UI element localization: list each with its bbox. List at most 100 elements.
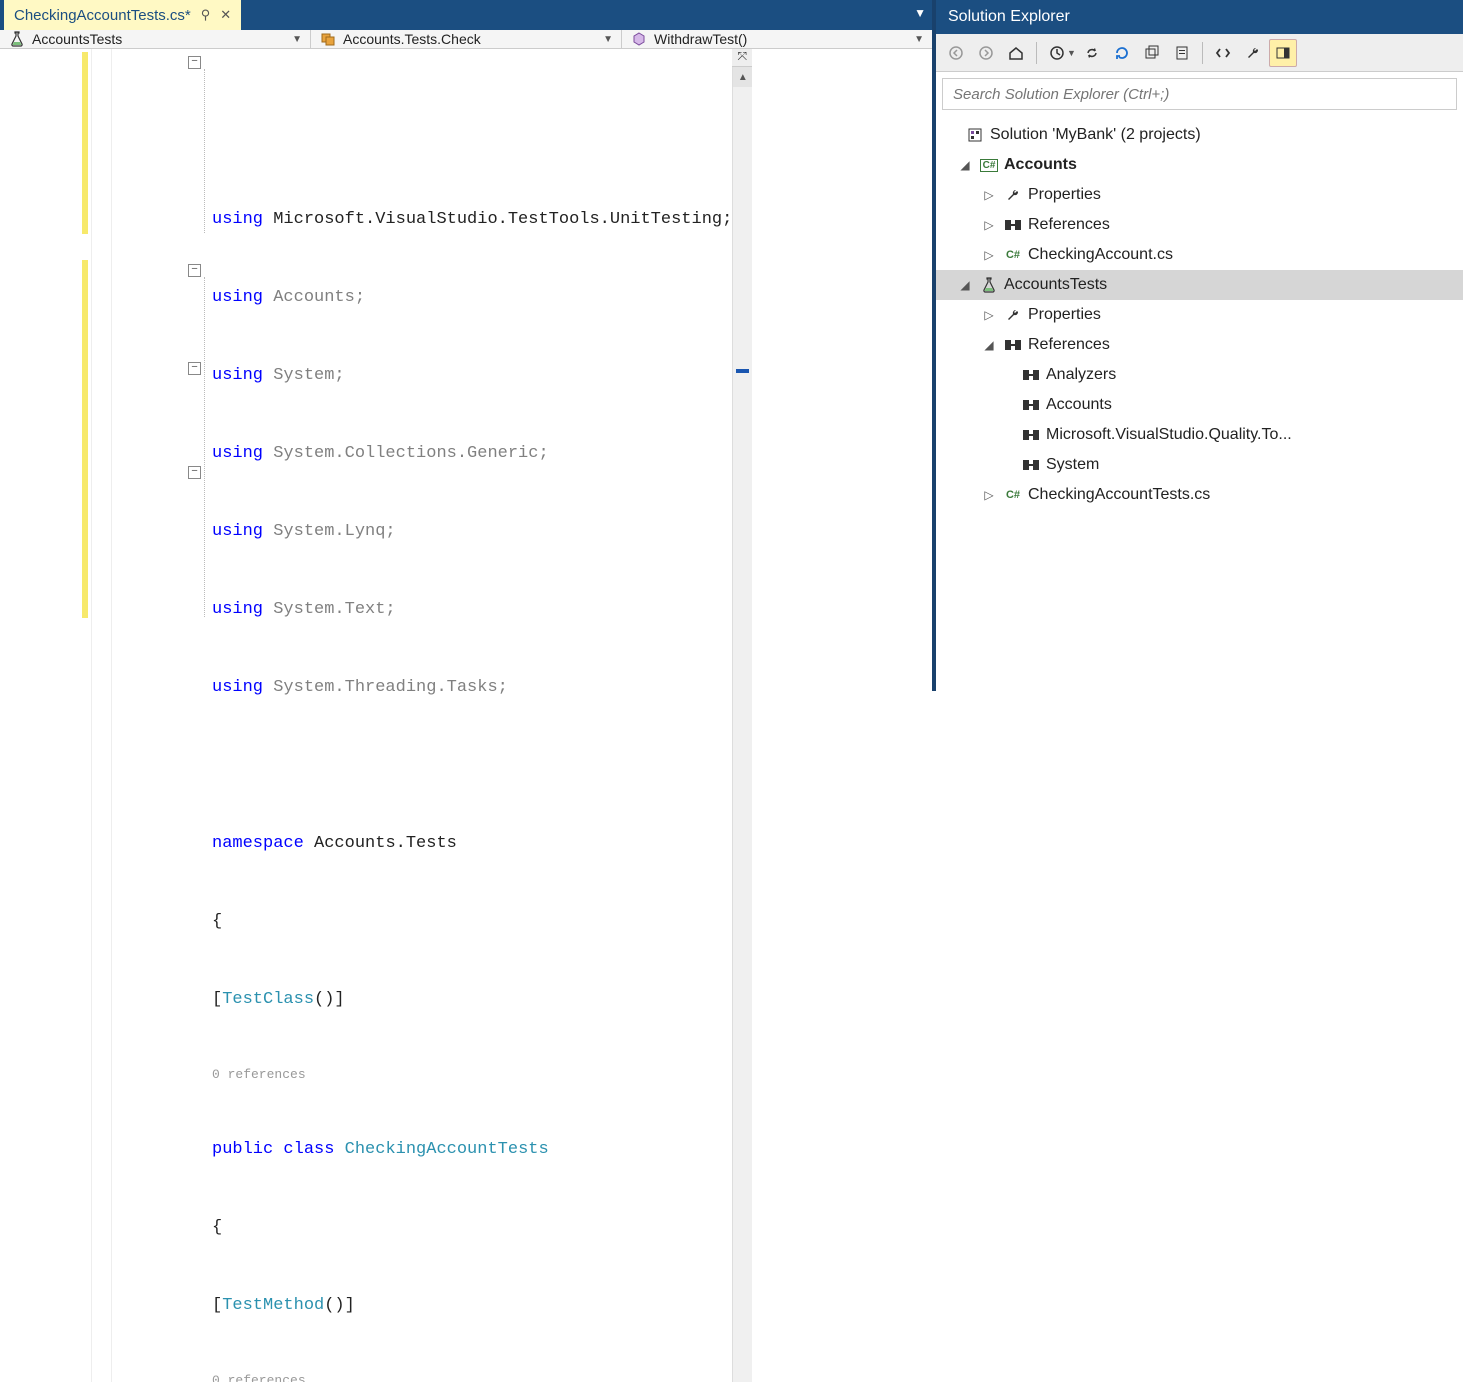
file-node[interactable]: ▷ C# CheckingAccountTests.cs xyxy=(936,480,1463,510)
references-icon xyxy=(1020,400,1042,410)
view-code-button[interactable] xyxy=(1209,39,1237,67)
expand-twisty[interactable]: ▷ xyxy=(980,248,998,262)
references-node[interactable]: ▷ References xyxy=(936,210,1463,240)
properties-node[interactable]: ▷ Properties xyxy=(936,300,1463,330)
expand-twisty[interactable]: ◢ xyxy=(956,278,974,292)
method-icon xyxy=(630,30,648,48)
fold-toggle[interactable]: − xyxy=(188,56,201,69)
scroll-up-icon[interactable]: ▲ xyxy=(733,67,752,87)
tree-label: References xyxy=(1028,336,1110,354)
vertical-scrollbar[interactable]: ⤧ ▲ xyxy=(732,49,752,1382)
kw-using: using xyxy=(212,519,273,545)
fold-toggle[interactable]: − xyxy=(188,264,201,277)
chevron-down-icon: ▼ xyxy=(914,34,924,45)
panel-title: Solution Explorer xyxy=(948,8,1070,26)
code-text: System.Collections.Generic; xyxy=(273,441,548,467)
fold-toggle[interactable]: − xyxy=(188,466,201,479)
document-tab[interactable]: CheckingAccountTests.cs* ⚲ ✕ xyxy=(4,0,241,30)
solution-icon xyxy=(964,127,986,143)
reference-item[interactable]: Microsoft.VisualStudio.Quality.To... xyxy=(936,420,1463,450)
tree-label: Properties xyxy=(1028,186,1101,204)
code-text: System.Lynq; xyxy=(273,519,395,545)
expand-twisty[interactable]: ◢ xyxy=(956,158,974,172)
tab-overflow-icon[interactable]: ▼ xyxy=(914,6,926,20)
separator xyxy=(1202,42,1203,64)
class-icon xyxy=(319,30,337,48)
codelens-references[interactable]: 0 references xyxy=(212,1062,306,1088)
kw-namespace: namespace xyxy=(212,831,304,857)
bracket: [ xyxy=(212,1293,222,1319)
sync-button[interactable] xyxy=(1078,39,1106,67)
properties-button[interactable] xyxy=(1239,39,1267,67)
solution-search[interactable] xyxy=(942,78,1457,110)
kw-using: using xyxy=(212,597,273,623)
tree-label: Properties xyxy=(1028,306,1101,324)
csharp-file-icon: C# xyxy=(1002,249,1024,261)
refresh-button[interactable] xyxy=(1108,39,1136,67)
brace: { xyxy=(212,1215,222,1241)
type-dropdown[interactable]: Accounts.Tests.Check ▼ xyxy=(311,30,622,48)
bracket: [ xyxy=(212,987,222,1013)
close-icon[interactable]: ✕ xyxy=(220,7,231,23)
tree-label: Accounts xyxy=(1046,396,1112,414)
properties-node[interactable]: ▷ Properties xyxy=(936,180,1463,210)
bracket: ()] xyxy=(324,1293,355,1319)
tree-label: AccountsTests xyxy=(1004,276,1107,294)
code-text: Microsoft.VisualStudio.TestTools.UnitTes… xyxy=(273,207,732,233)
code-editor[interactable]: − − − − using Microsoft.VisualStudio.Tes… xyxy=(0,49,932,1382)
type-name: TestMethod xyxy=(222,1293,324,1319)
expand-twisty[interactable]: ◢ xyxy=(980,338,998,352)
collapse-all-button[interactable] xyxy=(1138,39,1166,67)
expand-twisty[interactable]: ▷ xyxy=(980,488,998,502)
reference-item[interactable]: Accounts xyxy=(936,390,1463,420)
kw-using: using xyxy=(212,441,273,467)
reference-item[interactable]: Analyzers xyxy=(936,360,1463,390)
tree-label: CheckingAccount.cs xyxy=(1028,246,1173,264)
navigation-bar: AccountsTests ▼ Accounts.Tests.Check ▼ W… xyxy=(0,30,932,49)
tree-label: Solution 'MyBank' (2 projects) xyxy=(990,126,1201,144)
flask-icon xyxy=(8,30,26,48)
show-all-button[interactable] xyxy=(1168,39,1196,67)
split-icon[interactable]: ⤧ xyxy=(732,49,752,67)
chevron-down-icon: ▼ xyxy=(292,34,302,45)
search-input[interactable] xyxy=(943,79,1456,109)
file-node[interactable]: ▷ C# CheckingAccount.cs xyxy=(936,240,1463,270)
reference-item[interactable]: System xyxy=(936,450,1463,480)
pin-icon[interactable]: ⚲ xyxy=(201,7,211,23)
current-line-highlight xyxy=(204,465,732,491)
scope-label: AccountsTests xyxy=(32,31,122,47)
separator xyxy=(1036,42,1037,64)
fold-toggle[interactable]: − xyxy=(188,362,201,375)
expand-twisty[interactable]: ▷ xyxy=(980,218,998,232)
expand-twisty[interactable]: ▷ xyxy=(980,188,998,202)
solution-explorer-title[interactable]: Solution Explorer xyxy=(936,0,1463,34)
preview-button[interactable] xyxy=(1269,39,1297,67)
forward-button[interactable] xyxy=(972,39,1000,67)
type-name: TestClass xyxy=(222,987,314,1013)
home-button[interactable] xyxy=(1002,39,1030,67)
brace: { xyxy=(212,909,222,935)
solution-toolbar: ▼ xyxy=(936,34,1463,72)
type-label: Accounts.Tests.Check xyxy=(343,31,481,47)
document-tab-strip: CheckingAccountTests.cs* ⚲ ✕ ▼ xyxy=(0,0,932,30)
references-node[interactable]: ◢ References xyxy=(936,330,1463,360)
code-text: Accounts; xyxy=(273,285,365,311)
member-dropdown[interactable]: WithdrawTest() ▼ xyxy=(622,30,932,48)
codelens-references[interactable]: 0 references xyxy=(212,1368,306,1382)
kw-using: using xyxy=(212,207,273,233)
project-node-accounts[interactable]: ◢ C# Accounts xyxy=(936,150,1463,180)
tree-label: Microsoft.VisualStudio.Quality.To... xyxy=(1046,426,1292,444)
scope-dropdown[interactable]: AccountsTests ▼ xyxy=(0,30,311,48)
solution-explorer-pane: Solution Explorer ▼ Solution 'My xyxy=(936,0,1463,691)
back-button[interactable] xyxy=(942,39,970,67)
solution-node[interactable]: Solution 'MyBank' (2 projects) xyxy=(936,120,1463,150)
project-node-accountstests[interactable]: ◢ AccountsTests xyxy=(936,270,1463,300)
solution-tree[interactable]: Solution 'MyBank' (2 projects) ◢ C# Acco… xyxy=(936,116,1463,514)
csharp-project-icon: C# xyxy=(978,159,1000,172)
chevron-down-icon[interactable]: ▼ xyxy=(1067,48,1076,58)
code-body[interactable]: using Microsoft.VisualStudio.TestTools.U… xyxy=(204,49,732,1382)
editor-pane: CheckingAccountTests.cs* ⚲ ✕ ▼ AccountsT… xyxy=(0,0,936,691)
tree-label: CheckingAccountTests.cs xyxy=(1028,486,1210,504)
expand-twisty[interactable]: ▷ xyxy=(980,308,998,322)
outline-margin: − − − − xyxy=(92,49,112,1382)
